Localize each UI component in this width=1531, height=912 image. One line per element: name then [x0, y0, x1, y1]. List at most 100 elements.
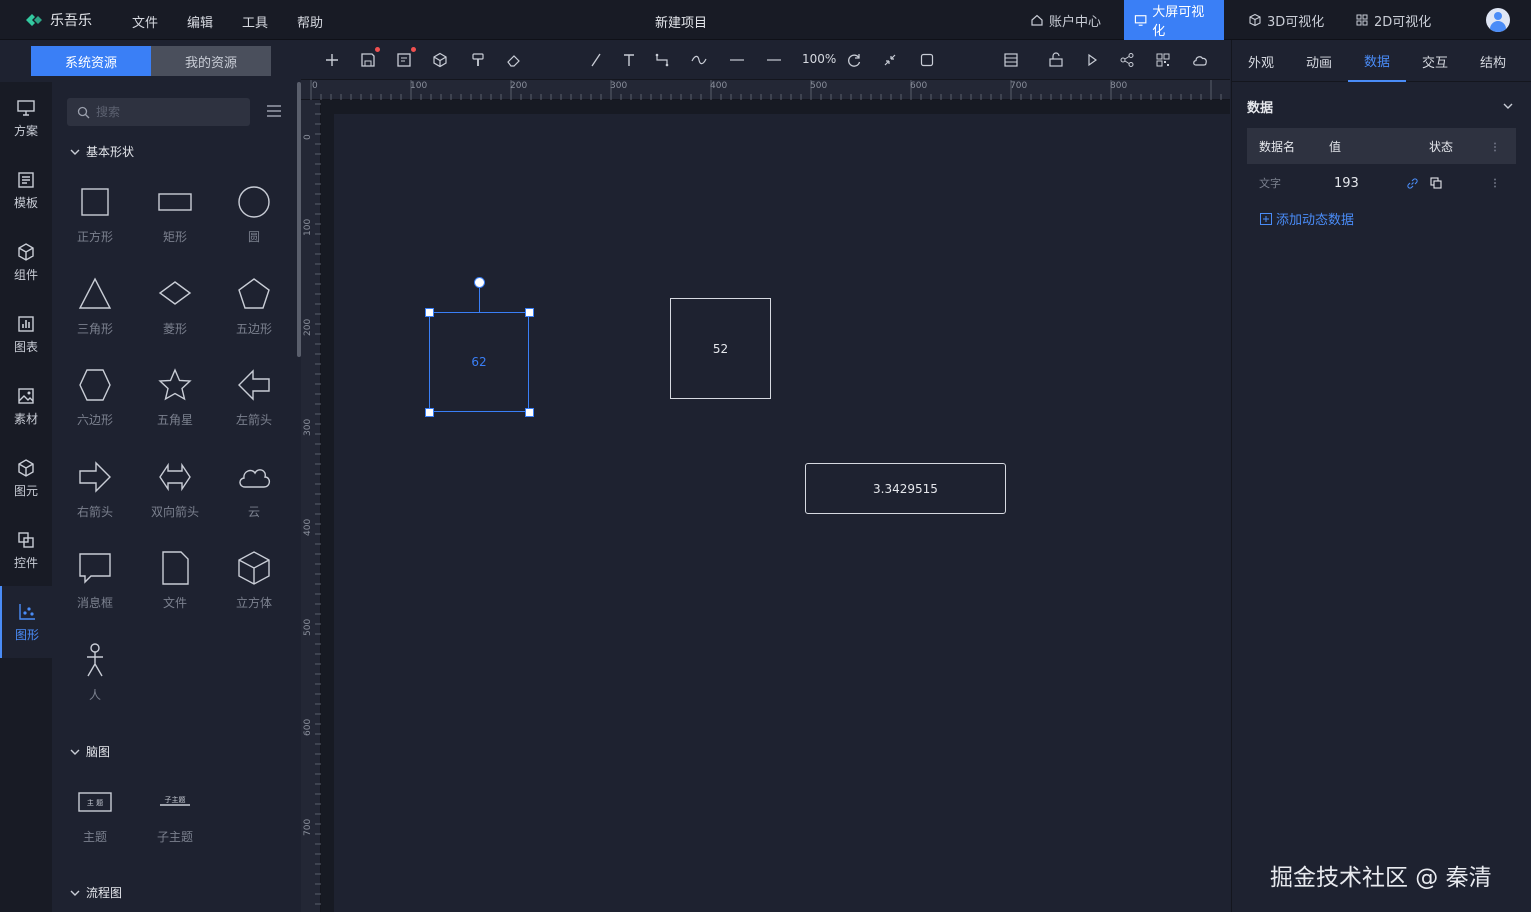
- shape-person[interactable]: 人: [60, 642, 130, 722]
- canvas-node-square[interactable]: 52: [670, 298, 771, 399]
- fit-view-button[interactable]: [880, 50, 900, 70]
- menu-help[interactable]: 帮助: [297, 12, 323, 31]
- big-screen-viz-link[interactable]: 大屏可视化: [1124, 0, 1224, 40]
- account-center-link[interactable]: 账户中心: [1020, 0, 1111, 40]
- viz-3d-link[interactable]: 3D可视化: [1238, 0, 1334, 40]
- rail-item-controls[interactable]: 控件: [0, 514, 52, 586]
- template-icon: [18, 172, 34, 188]
- shape-cube[interactable]: 立方体: [219, 550, 289, 630]
- resize-handle-ne[interactable]: [525, 308, 534, 317]
- rail-item-charts[interactable]: 图表: [0, 298, 52, 370]
- shape-rectangle[interactable]: 矩形: [140, 184, 210, 264]
- 3d-button[interactable]: [430, 50, 450, 70]
- shape-right-arrow[interactable]: 右箭头: [60, 459, 130, 539]
- share-button[interactable]: [1117, 50, 1137, 70]
- lock-button[interactable]: [1046, 50, 1066, 70]
- shape-pentagon[interactable]: 五边形: [219, 276, 289, 356]
- shape-double-arrow[interactable]: 双向箭头: [140, 459, 210, 539]
- resize-handle-sw[interactable]: [425, 408, 434, 417]
- tab-animation[interactable]: 动画: [1290, 40, 1348, 82]
- chevron-down-icon[interactable]: [1502, 100, 1514, 112]
- layers-button[interactable]: [1001, 50, 1021, 70]
- save-button[interactable]: [358, 47, 380, 70]
- qrcode-icon: [1156, 53, 1170, 67]
- section-title: 基本形状: [86, 145, 135, 159]
- rectangle-icon: [158, 193, 192, 211]
- tab-my-resources[interactable]: 我的资源: [151, 46, 271, 76]
- menu-tools[interactable]: 工具: [242, 12, 268, 31]
- add-button[interactable]: [322, 50, 342, 70]
- line-tool-button[interactable]: [586, 50, 606, 70]
- pentagon-icon: [238, 278, 270, 309]
- tab-system-resources[interactable]: 系统资源: [31, 46, 151, 76]
- preview-button[interactable]: [1082, 50, 1102, 70]
- resize-handle-se[interactable]: [525, 408, 534, 417]
- ruler-ticks: [310, 80, 1222, 100]
- rail-item-materials[interactable]: 素材: [0, 370, 52, 442]
- document-title[interactable]: 新建项目: [655, 12, 707, 31]
- canvas-node-selected[interactable]: 62: [429, 312, 529, 412]
- shape-triangle[interactable]: 三角形: [60, 276, 130, 356]
- tab-appearance[interactable]: 外观: [1232, 40, 1290, 82]
- shape-topic[interactable]: 主 题 主题: [60, 784, 130, 864]
- canvas-area[interactable]: 62 52 3.3429515: [334, 114, 1230, 912]
- menu-file[interactable]: 文件: [132, 12, 158, 31]
- tab-data[interactable]: 数据: [1348, 40, 1406, 82]
- shape-star[interactable]: 五角星: [140, 367, 210, 447]
- line-style-button[interactable]: [727, 50, 747, 70]
- data-row-value[interactable]: 193: [1334, 176, 1359, 191]
- link-icon[interactable]: [1407, 178, 1418, 189]
- section-mind-map[interactable]: 脑图: [70, 743, 110, 760]
- ruler-label: 400: [710, 81, 728, 91]
- component-cube-icon: [18, 243, 34, 261]
- curve-tool-button[interactable]: [689, 50, 709, 70]
- shape-message-box[interactable]: 消息框: [60, 550, 130, 630]
- more-vertical-icon[interactable]: [1493, 142, 1497, 152]
- shape-hexagon[interactable]: 六边形: [60, 367, 130, 447]
- rail-item-plans[interactable]: 方案: [0, 82, 52, 154]
- user-avatar[interactable]: [1486, 8, 1510, 32]
- shape-square[interactable]: 正方形: [60, 184, 130, 264]
- shape-circle[interactable]: 圆: [219, 184, 289, 264]
- shape-cloud[interactable]: 云: [219, 459, 289, 539]
- shape-left-arrow[interactable]: 左箭头: [219, 367, 289, 447]
- reset-view-button[interactable]: [844, 50, 864, 70]
- app-name: 乐吾乐: [50, 13, 92, 29]
- rotate-line: [479, 288, 480, 312]
- page-button[interactable]: [394, 47, 416, 70]
- qrcode-button[interactable]: [1153, 50, 1173, 70]
- rail-item-primitives[interactable]: 图元: [0, 442, 52, 514]
- menu-edit[interactable]: 编辑: [187, 12, 213, 31]
- copy-icon[interactable]: [1430, 177, 1442, 189]
- shape-label: 人: [88, 688, 101, 702]
- section-basic-shapes[interactable]: 基本形状: [70, 143, 134, 160]
- section-flowchart[interactable]: 流程图: [70, 884, 122, 901]
- shape-diamond[interactable]: 菱形: [140, 276, 210, 356]
- viz-2d-link[interactable]: 2D可视化: [1345, 0, 1441, 40]
- eraser-button[interactable]: [504, 50, 524, 70]
- shape-subtopic[interactable]: 子主题 子主题: [140, 784, 210, 864]
- more-vertical-icon[interactable]: [1493, 178, 1497, 188]
- search-input[interactable]: [96, 105, 236, 119]
- text-tool-button[interactable]: [619, 50, 639, 70]
- rail-item-components[interactable]: 组件: [0, 226, 52, 298]
- tab-structure[interactable]: 结构: [1464, 40, 1522, 82]
- shape-document[interactable]: 文件: [140, 550, 210, 630]
- resize-handle-nw[interactable]: [425, 308, 434, 317]
- canvas-node-rectangle[interactable]: 3.3429515: [805, 463, 1006, 514]
- connector-tool-button[interactable]: [652, 50, 672, 70]
- cloud-button[interactable]: [1190, 50, 1210, 70]
- rail-item-shapes[interactable]: 图形: [0, 586, 52, 658]
- list-view-icon[interactable]: [266, 104, 282, 118]
- scatter-shape-icon: [19, 604, 35, 620]
- zoom-level[interactable]: 100%: [802, 52, 836, 66]
- rotate-handle[interactable]: [474, 277, 485, 288]
- shape-label: 矩形: [162, 230, 187, 244]
- format-painter-button[interactable]: [468, 50, 488, 70]
- canvas-size-button[interactable]: [917, 50, 937, 70]
- rail-item-templates[interactable]: 模板: [0, 154, 52, 226]
- add-dynamic-data-button[interactable]: 添加动态数据: [1260, 209, 1354, 228]
- line-end-button[interactable]: [764, 50, 784, 70]
- tab-interaction[interactable]: 交互: [1406, 40, 1464, 82]
- app-logo[interactable]: 乐吾乐: [24, 10, 92, 30]
